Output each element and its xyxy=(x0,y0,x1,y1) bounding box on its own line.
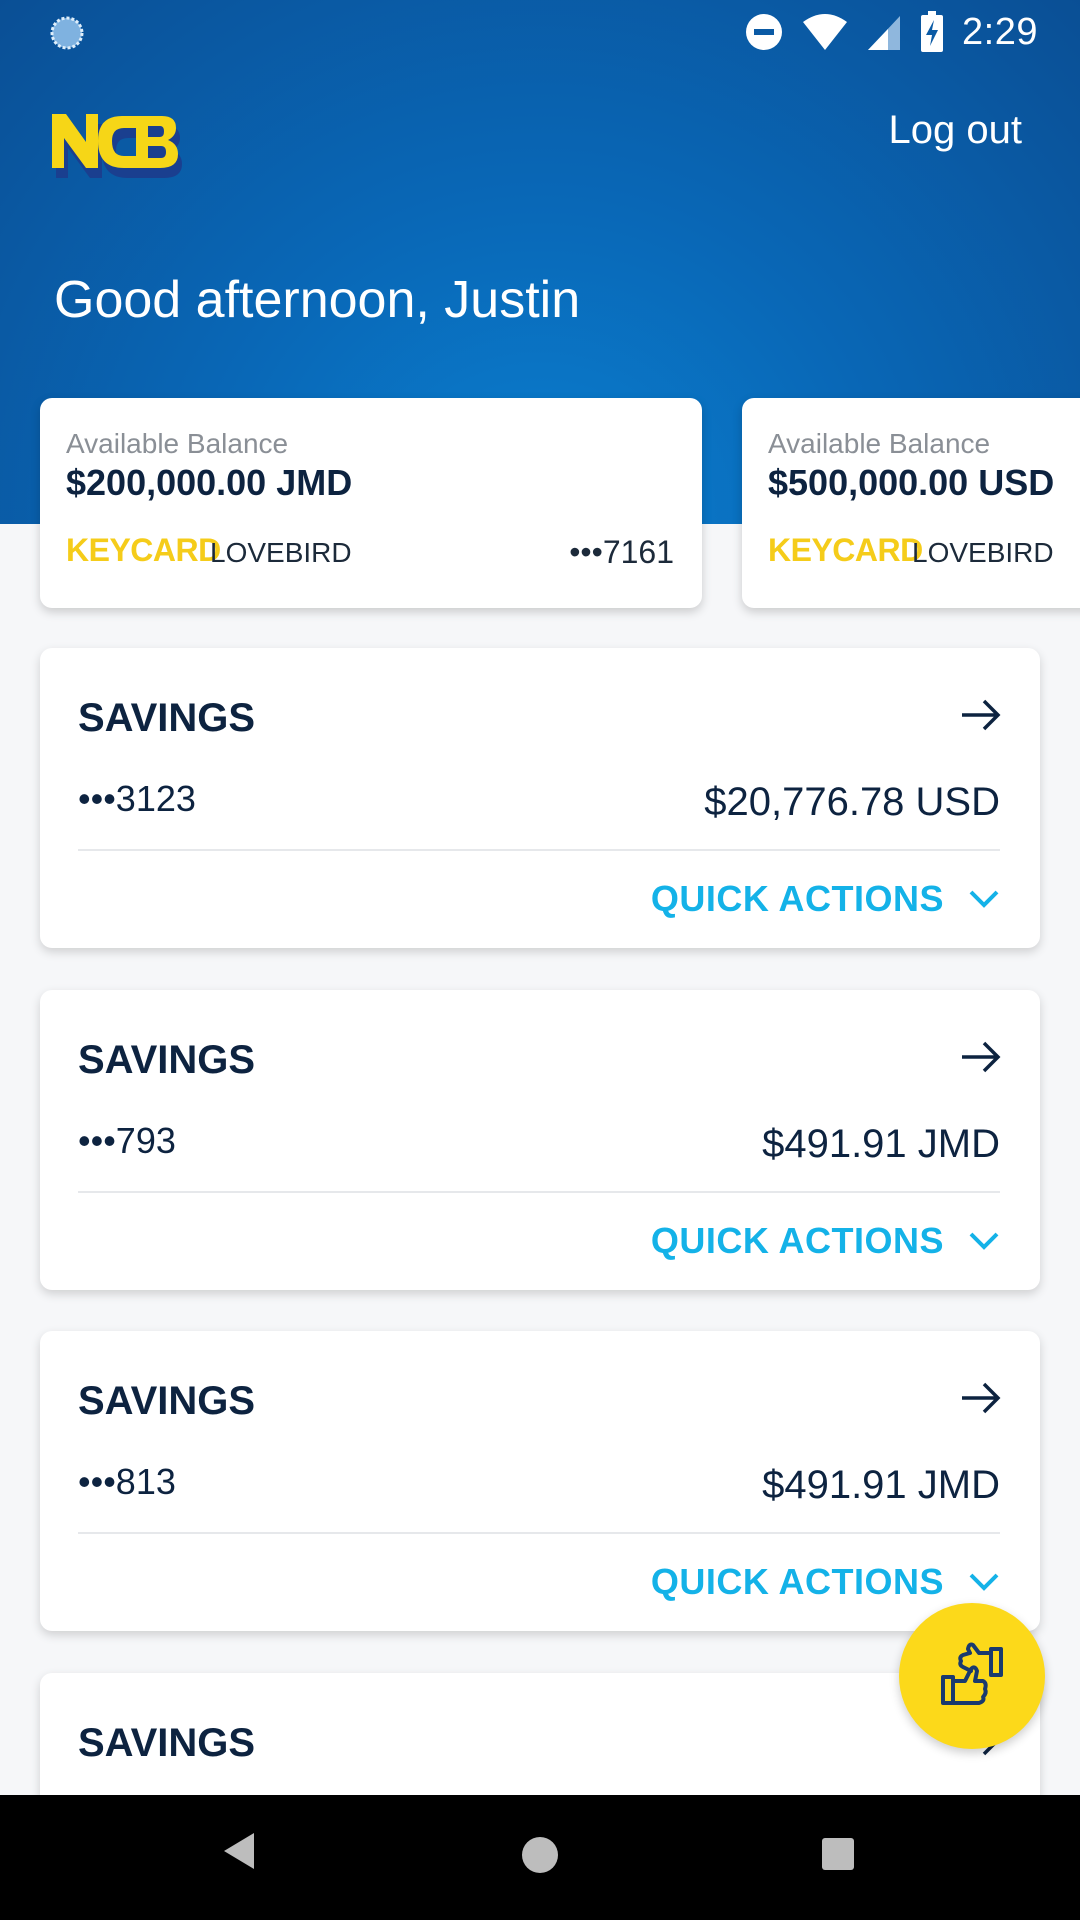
balance-label: Available Balance xyxy=(768,428,991,459)
cell-signal-icon xyxy=(868,16,901,50)
savings-card[interactable]: SAVINGS •••3123 $20,776.78 USD QUICK ACT… xyxy=(40,648,1040,948)
account-number: •••3123 xyxy=(78,778,196,819)
chevron-down-icon xyxy=(969,1573,999,1591)
balance-amount: $200,000.00 JMD xyxy=(66,462,353,503)
account-type: SAVINGS xyxy=(78,1721,256,1765)
account-balance: $491.91 JMD xyxy=(762,1122,1000,1166)
account-type: SAVINGS xyxy=(78,1038,256,1082)
account-balance: $20,776.78 USD xyxy=(704,780,1000,824)
account-balance: $491.91 JMD xyxy=(762,1463,1000,1507)
balance-amount: $500,000.00 USD xyxy=(768,462,1055,503)
account-nickname: LOVEBIRD xyxy=(210,537,352,568)
account-number: •••7161 xyxy=(569,534,674,570)
back-icon[interactable] xyxy=(222,1831,256,1871)
transfer-fab-button[interactable] xyxy=(899,1603,1045,1749)
system-nav-bar xyxy=(0,1795,1080,1920)
status-bar: 2:29 xyxy=(0,0,1080,64)
divider xyxy=(78,1191,1000,1193)
ncb-logo xyxy=(52,114,182,178)
account-carousel[interactable]: Available Balance $200,000.00 JMD KEYCAR… xyxy=(0,398,1080,610)
balance-label: Available Balance xyxy=(66,428,289,459)
savings-card[interactable]: SAVINGS •••813 $491.91 JMD QUICK ACTIONS xyxy=(40,1331,1040,1631)
quick-actions-toggle[interactable]: QUICK ACTIONS xyxy=(651,1220,1000,1262)
account-nickname: LOVEBIRD xyxy=(912,537,1054,568)
screen: 2:29 Log out Good afternoon, Justin Avai… xyxy=(0,0,1080,1920)
sync-icon xyxy=(50,16,84,50)
quick-actions-label: QUICK ACTIONS xyxy=(650,1220,944,1261)
battery-charging-icon xyxy=(921,11,944,52)
logout-button[interactable]: Log out xyxy=(889,108,1022,153)
quick-actions-label: QUICK ACTIONS xyxy=(650,1561,944,1602)
greeting: Good afternoon, Justin xyxy=(54,271,581,329)
divider xyxy=(78,1532,1000,1534)
account-type: SAVINGS xyxy=(78,1379,256,1423)
keycard-brand: KEYCARD xyxy=(66,532,221,568)
quick-actions-label: QUICK ACTIONS xyxy=(650,878,944,919)
account-type: SAVINGS xyxy=(78,696,256,740)
do-not-disturb-icon xyxy=(746,14,783,50)
savings-card[interactable]: SAVINGS •••793 $491.91 JMD QUICK ACTIONS xyxy=(40,990,1040,1290)
recents-icon[interactable] xyxy=(822,1838,854,1870)
keycard-brand: KEYCARD xyxy=(768,532,923,568)
account-card[interactable]: Available Balance $500,000.00 USD KEYCAR… xyxy=(742,398,1080,608)
quick-actions-toggle[interactable]: QUICK ACTIONS xyxy=(651,878,1000,920)
quick-actions-toggle[interactable]: QUICK ACTIONS xyxy=(651,1561,1000,1603)
account-card[interactable]: Available Balance $200,000.00 JMD KEYCAR… xyxy=(40,398,702,608)
status-time: 2:29 xyxy=(962,10,1038,53)
chevron-down-icon xyxy=(969,1232,999,1250)
divider xyxy=(78,849,1000,851)
wifi-icon xyxy=(803,14,848,50)
account-number: •••813 xyxy=(78,1461,176,1502)
arrow-right-icon[interactable] xyxy=(960,1381,1002,1415)
home-icon[interactable] xyxy=(522,1837,558,1873)
chevron-down-icon xyxy=(969,890,999,908)
arrow-right-icon[interactable] xyxy=(960,1040,1002,1074)
account-number: •••793 xyxy=(78,1120,176,1161)
transfer-hands-icon xyxy=(941,1642,1003,1705)
arrow-right-icon[interactable] xyxy=(960,698,1002,732)
